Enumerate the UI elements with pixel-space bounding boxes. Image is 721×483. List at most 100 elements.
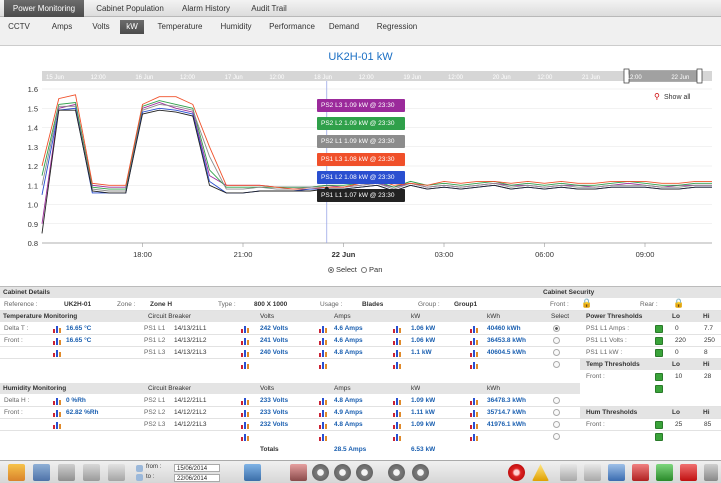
ps2-amps-chart-icon[interactable] — [319, 397, 327, 405]
ps1-kw-chart-icon[interactable] — [393, 337, 401, 345]
rewind-icon[interactable] — [312, 464, 329, 481]
delta-h-chart-icon[interactable] — [53, 397, 61, 405]
refresh-icon[interactable] — [656, 464, 673, 481]
zoom-fit-icon[interactable] — [388, 464, 405, 481]
power-threshold-checkbox[interactable] — [655, 325, 663, 333]
report-icon[interactable] — [58, 464, 75, 481]
front-temp-chart-icon[interactable] — [53, 337, 61, 345]
temp-threshold-checkbox[interactable] — [655, 373, 663, 381]
ps1-kwh-total-icon[interactable] — [470, 361, 478, 369]
tab-volts[interactable]: Volts — [86, 20, 116, 34]
zoom-out-icon[interactable] — [334, 464, 351, 481]
ps1-amps-chart-icon[interactable] — [319, 349, 327, 357]
front-humidity-chart-icon[interactable] — [53, 409, 61, 417]
ps1-volts-chart-icon[interactable] — [241, 349, 249, 357]
power-threshold-checkbox[interactable] — [655, 337, 663, 345]
hum-threshold-lo[interactable]: 25 — [675, 419, 682, 430]
tab-kw[interactable]: kW — [120, 20, 144, 34]
settings-icon[interactable] — [584, 464, 601, 481]
from-date-input[interactable]: 15/06/2014 — [174, 464, 220, 472]
humidity-extra-chart-icon[interactable] — [53, 421, 61, 429]
rear-lock-icon[interactable]: 🔒 — [673, 298, 684, 309]
exit-icon[interactable] — [704, 464, 718, 481]
tab-power-monitoring[interactable]: Power Monitoring — [4, 0, 84, 17]
zoom-in-icon[interactable] — [356, 464, 373, 481]
ps1-volts-total-icon[interactable] — [241, 361, 249, 369]
power-threshold-lo[interactable]: 220 — [675, 335, 686, 346]
tools-icon[interactable] — [560, 464, 577, 481]
close-icon[interactable] — [680, 464, 697, 481]
hum-threshold-checkbox[interactable] — [655, 421, 663, 429]
power-threshold-hi[interactable]: 7.7 — [704, 323, 713, 334]
ps2-kw-chart-icon[interactable] — [393, 409, 401, 417]
ps2-kwh-chart-icon[interactable] — [470, 421, 478, 429]
ps1-amps-total-icon[interactable] — [319, 361, 327, 369]
calendar-to-icon[interactable] — [136, 474, 143, 481]
ps2-kwh-chart-icon[interactable] — [470, 409, 478, 417]
ps1-amps-chart-icon[interactable] — [319, 337, 327, 345]
ps2-kw-total-icon[interactable] — [393, 433, 401, 441]
tab-amps[interactable]: Amps — [48, 20, 76, 34]
ps1-volts-chart-icon[interactable] — [241, 337, 249, 345]
ps2-volts-chart-icon[interactable] — [241, 421, 249, 429]
hum-threshold-hi[interactable]: 85 — [704, 419, 711, 430]
tab-cctv[interactable]: CCTV — [6, 20, 32, 34]
temp-extra-chart-icon[interactable] — [53, 349, 61, 357]
ps2-select-radio[interactable] — [553, 409, 560, 416]
power-threshold-hi[interactable]: 8 — [704, 347, 708, 358]
power-threshold-lo[interactable]: 0 — [675, 323, 679, 334]
hum-threshold-checkbox-2[interactable] — [655, 433, 663, 441]
tab-alarm-history[interactable]: Alarm History — [176, 0, 236, 17]
ps2-volts-chart-icon[interactable] — [241, 397, 249, 405]
tab-audit-trail[interactable]: Audit Trail — [244, 0, 294, 17]
tab-demand[interactable]: Demand — [324, 20, 364, 34]
ps2-amps-total-icon[interactable] — [319, 433, 327, 441]
ps2-amps-chart-icon[interactable] — [319, 409, 327, 417]
ps1-select-radio[interactable] — [553, 349, 560, 356]
flag-icon[interactable] — [632, 464, 649, 481]
ps2-volts-chart-icon[interactable] — [241, 409, 249, 417]
ps1-select-radio[interactable] — [553, 337, 560, 344]
alarm-icon[interactable] — [508, 464, 525, 481]
ps2-kw-chart-icon[interactable] — [393, 397, 401, 405]
power-threshold-lo[interactable]: 0 — [675, 347, 679, 358]
tab-temperature[interactable]: Temperature — [150, 20, 210, 34]
ps2-kw-chart-icon[interactable] — [393, 421, 401, 429]
power-threshold-checkbox[interactable] — [655, 349, 663, 357]
pan-radio[interactable] — [361, 267, 368, 273]
ps2-select-radio[interactable] — [553, 397, 560, 404]
tab-regression[interactable]: Regression — [370, 20, 424, 34]
tab-performance[interactable]: Performance — [266, 20, 318, 34]
ps2-volts-total-icon[interactable] — [241, 433, 249, 441]
temp-threshold-checkbox-2[interactable] — [655, 385, 663, 393]
ps1-amps-chart-icon[interactable] — [319, 325, 327, 333]
ps1-kw-chart-icon[interactable] — [393, 325, 401, 333]
ps1-kw-total-icon[interactable] — [393, 361, 401, 369]
ps1-volts-chart-icon[interactable] — [241, 325, 249, 333]
apply-dates-icon[interactable] — [244, 464, 261, 481]
ps1-kwh-chart-icon[interactable] — [470, 349, 478, 357]
calendar-from-icon[interactable] — [136, 465, 143, 472]
warning-icon[interactable] — [532, 464, 549, 481]
ps1-kw-chart-icon[interactable] — [393, 349, 401, 357]
document-icon[interactable] — [83, 464, 100, 481]
ps2-kwh-chart-icon[interactable] — [470, 397, 478, 405]
select-radio[interactable] — [328, 267, 334, 273]
ps1-select-radio[interactable] — [553, 325, 560, 332]
power-threshold-hi[interactable]: 250 — [704, 335, 715, 346]
tab-cabinet-population[interactable]: Cabinet Population — [90, 0, 170, 17]
front-lock-icon[interactable]: 🔒 — [581, 298, 592, 309]
ps2-select-radio[interactable] — [553, 421, 560, 428]
ps1-kwh-chart-icon[interactable] — [470, 337, 478, 345]
ps2-kwh-total-icon[interactable] — [470, 433, 478, 441]
bar-chart-icon[interactable] — [33, 464, 50, 481]
tab-humidity[interactable]: Humidity — [216, 20, 256, 34]
to-date-input[interactable]: 22/06/2014 — [174, 474, 220, 482]
temp-threshold-lo[interactable]: 10 — [675, 371, 682, 382]
search-icon[interactable] — [608, 464, 625, 481]
ps1-select-all-radio[interactable] — [553, 361, 560, 368]
delta-t-chart-icon[interactable] — [53, 325, 61, 333]
ps1-kwh-chart-icon[interactable] — [470, 325, 478, 333]
forward-icon[interactable] — [412, 464, 429, 481]
temp-threshold-hi[interactable]: 28 — [704, 371, 711, 382]
